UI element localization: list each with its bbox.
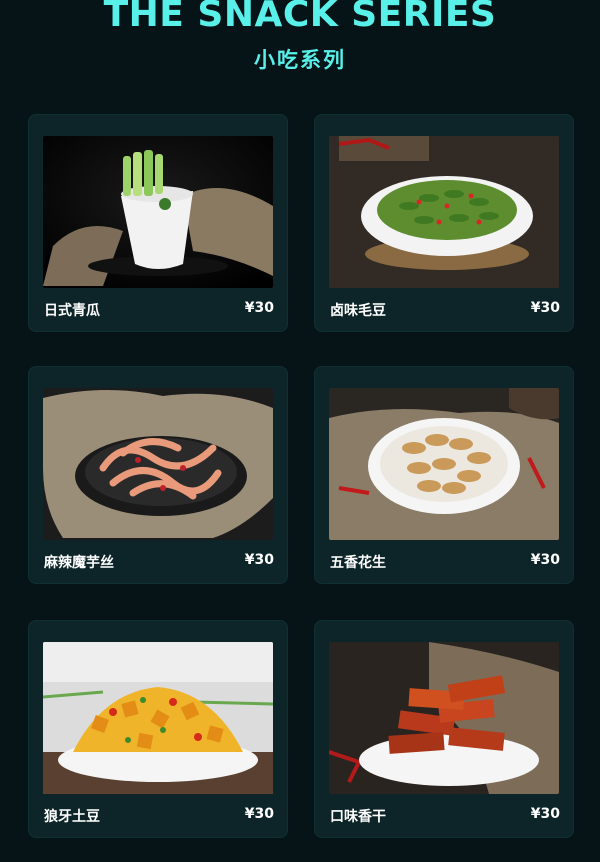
snack-price: ¥30 xyxy=(244,806,274,822)
potato-fries-image xyxy=(43,642,273,794)
snack-price: ¥30 xyxy=(244,300,274,316)
snack-grid: 日式青瓜 ¥30 卤味毛豆 ¥30 麻辣魔芋丝 ¥30 五香花生 ¥30 狼牙土… xyxy=(0,0,600,862)
snack-price: ¥30 xyxy=(530,300,560,316)
snack-card[interactable]: 卤味毛豆 ¥30 xyxy=(314,114,574,332)
snack-price: ¥30 xyxy=(530,806,560,822)
snack-card[interactable]: 口味香干 ¥30 xyxy=(314,620,574,838)
snack-card[interactable]: 日式青瓜 ¥30 xyxy=(28,114,288,332)
snack-name: 狼牙土豆 xyxy=(44,809,100,825)
cucumber-cup-image xyxy=(43,136,273,288)
snack-name: 五香花生 xyxy=(330,555,386,571)
edamame-bowl-image xyxy=(329,136,559,288)
snack-card[interactable]: 麻辣魔芋丝 ¥30 xyxy=(28,366,288,584)
snack-card[interactable]: 五香花生 ¥30 xyxy=(314,366,574,584)
snack-price: ¥30 xyxy=(530,552,560,568)
peanuts-bowl-image xyxy=(329,388,559,540)
snack-name: 日式青瓜 xyxy=(44,303,100,319)
snack-name: 麻辣魔芋丝 xyxy=(44,555,114,571)
snack-price: ¥30 xyxy=(244,552,274,568)
snack-card[interactable]: 狼牙土豆 ¥30 xyxy=(28,620,288,838)
spiced-tofu-image xyxy=(329,642,559,794)
snack-name: 卤味毛豆 xyxy=(330,303,386,319)
konjac-noodles-image xyxy=(43,388,273,540)
snack-name: 口味香干 xyxy=(330,809,386,825)
